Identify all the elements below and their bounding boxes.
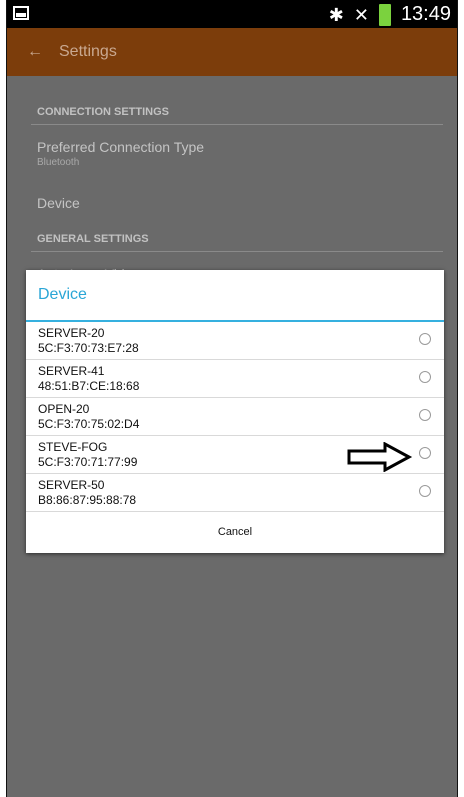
preferred-connection-row[interactable]: Preferred Connection Type Bluetooth (31, 125, 443, 181)
device-name: SERVER-20 (38, 326, 105, 340)
radio-button[interactable] (419, 485, 431, 497)
preferred-connection-value: Bluetooth (37, 157, 80, 168)
list-item[interactable]: SERVER-41 48:51:B7:CE:18:68 (26, 360, 444, 398)
arrow-pointer-icon (347, 442, 413, 472)
bluetooth-icon: ✱ (328, 4, 344, 25)
dialog-title: Device (38, 286, 87, 303)
device-row[interactable]: Device (31, 181, 443, 225)
device-name: OPEN-20 (38, 402, 90, 416)
device-name: SERVER-50 (38, 478, 105, 492)
battery-icon (378, 3, 391, 26)
status-time: 13:49 (400, 3, 451, 25)
general-settings-header: GENERAL SETTINGS (31, 225, 443, 252)
radio-button[interactable] (419, 409, 431, 421)
action-bar: ← Settings (7, 28, 457, 76)
device-mac: 5C:F3:70:75:02:D4 (38, 417, 140, 431)
cancel-button[interactable]: Cancel (26, 512, 444, 552)
device-dialog: Device SERVER-20 5C:F3:70:73:E7:28 SERVE… (26, 270, 444, 553)
list-item[interactable]: SERVER-20 5C:F3:70:73:E7:28 (26, 322, 444, 360)
device-name: STEVE-FOG (38, 440, 108, 454)
radio-button[interactable] (419, 447, 431, 459)
device-mac: 48:51:B7:CE:18:68 (38, 379, 140, 393)
device-name: SERVER-41 (38, 364, 105, 378)
settings-list: CONNECTION SETTINGS Preferred Connection… (31, 98, 443, 282)
device-mac: B8:86:87:95:88:78 (38, 493, 137, 507)
mute-icon: ✕ (353, 4, 369, 25)
list-item[interactable]: OPEN-20 5C:F3:70:75:02:D4 (26, 398, 444, 436)
page-title: Settings (59, 43, 117, 60)
connection-settings-header: CONNECTION SETTINGS (31, 98, 443, 125)
preferred-connection-title: Preferred Connection Type (37, 139, 205, 155)
list-item[interactable]: SERVER-50 B8:86:87:95:88:78 (26, 474, 444, 512)
screen-frame: ✱ ✕ 13:49 ← Settings CONNECTION SETTINGS… (6, 0, 458, 797)
back-arrow-icon[interactable]: ← (27, 43, 47, 61)
device-row-title: Device (37, 195, 80, 211)
status-icons: ✱ ✕ 13:49 (329, 3, 451, 26)
device-mac: 5C:F3:70:71:77:99 (38, 455, 138, 469)
status-bar: ✱ ✕ 13:49 (7, 0, 457, 28)
device-mac: 5C:F3:70:73:E7:28 (38, 341, 139, 355)
radio-button[interactable] (419, 333, 431, 345)
device-list: SERVER-20 5C:F3:70:73:E7:28 SERVER-41 48… (26, 322, 444, 512)
gallery-icon (13, 6, 29, 20)
radio-button[interactable] (419, 371, 431, 383)
